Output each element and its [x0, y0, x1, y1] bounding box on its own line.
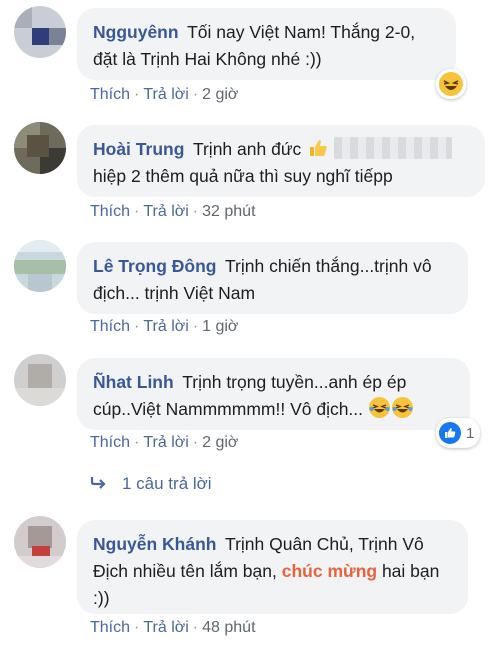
separator: · — [192, 434, 199, 451]
like-link[interactable]: Thích — [90, 203, 130, 220]
tears-of-joy-icon — [368, 397, 390, 418]
reaction-count: 1 — [466, 424, 475, 442]
reaction-badge[interactable]: 1 — [436, 418, 481, 448]
like-link[interactable]: Thích — [90, 619, 130, 636]
comment-author[interactable]: Ñhat Linh — [93, 372, 174, 392]
comment-author[interactable]: Hoài Trung — [93, 139, 184, 159]
comment-actions: Thích · Trả lời · 2 giờ — [90, 434, 238, 452]
timestamp[interactable]: 2 giờ — [202, 434, 238, 451]
avatar[interactable] — [14, 354, 66, 406]
separator: · — [192, 203, 199, 220]
reaction-badge[interactable] — [436, 69, 466, 99]
comment-text-line2: hiệp 2 thêm quả nữa thì suy nghĩ tiếpp — [93, 166, 393, 186]
like-link[interactable]: Thích — [90, 86, 130, 103]
timestamp[interactable]: 2 giờ — [202, 86, 238, 103]
separator: · — [134, 434, 140, 451]
comment-bubble: Ñhat Linh Trịnh trọng tuyền...anh ép ép … — [77, 358, 470, 430]
replies-count-label[interactable]: 1 câu trả lời — [122, 474, 212, 494]
timestamp[interactable]: 1 giờ — [202, 318, 238, 335]
comment-actions: Thích · Trả lời · 2 giờ — [90, 86, 238, 104]
haha-icon — [439, 72, 463, 96]
comment-actions: Thích · Trả lời · 32 phút — [90, 203, 256, 221]
separator: · — [134, 86, 140, 103]
reply-link[interactable]: Trả lời — [143, 619, 188, 636]
timestamp[interactable]: 48 phút — [202, 619, 255, 636]
comment-thread: Ngguyênn Tối nay Việt Nam! Thắng 2-0, đặ… — [0, 0, 502, 649]
like-link[interactable]: Thích — [90, 434, 130, 451]
separator: · — [134, 619, 140, 636]
thumbs-up-icon — [307, 137, 328, 158]
reply-link[interactable]: Trả lời — [143, 86, 188, 103]
tears-of-joy-icon — [391, 397, 413, 418]
comment-bubble: Hoài Trung Trịnh anh đức hiệp 2 thêm quả… — [77, 125, 485, 197]
separator: · — [134, 318, 140, 335]
reply-link[interactable]: Trả lời — [143, 203, 188, 220]
comment-bubble: Ngguyênn Tối nay Việt Nam! Thắng 2-0, đặ… — [77, 8, 456, 80]
separator: · — [192, 619, 199, 636]
timestamp[interactable]: 32 phút — [202, 203, 255, 220]
highlighted-text: chúc mừng — [281, 561, 378, 581]
reply-arrow-icon — [90, 474, 106, 494]
separator: · — [192, 318, 199, 335]
comment-text: Trịnh anh đức — [192, 139, 302, 159]
avatar[interactable] — [14, 240, 66, 292]
reply-link[interactable]: Trả lời — [143, 434, 188, 451]
view-replies-link[interactable]: 1 câu trả lời — [90, 474, 212, 494]
like-icon — [439, 422, 461, 444]
comment-author[interactable]: Ngguyênn — [93, 22, 179, 42]
comment-author[interactable]: Lê Trọng Đông — [93, 256, 216, 276]
avatar[interactable] — [14, 122, 66, 174]
comment-actions: Thích · Trả lời · 48 phút — [90, 619, 256, 637]
avatar[interactable] — [14, 516, 66, 568]
comment-actions: Thích · Trả lời · 1 giờ — [90, 318, 238, 336]
separator: · — [134, 203, 140, 220]
avatar[interactable] — [14, 6, 66, 58]
like-link[interactable]: Thích — [90, 318, 130, 335]
comment-author[interactable]: Nguyễn Khánh — [93, 534, 216, 554]
comment-bubble: Lê Trọng Đông Trịnh chiến thắng...trịnh … — [77, 242, 468, 314]
separator: · — [192, 86, 199, 103]
reply-link[interactable]: Trả lời — [143, 318, 188, 335]
comment-bubble: Nguyễn Khánh Trịnh Quân Chủ, Trịnh Vô Đị… — [77, 520, 468, 614]
redacted-text — [334, 137, 453, 159]
